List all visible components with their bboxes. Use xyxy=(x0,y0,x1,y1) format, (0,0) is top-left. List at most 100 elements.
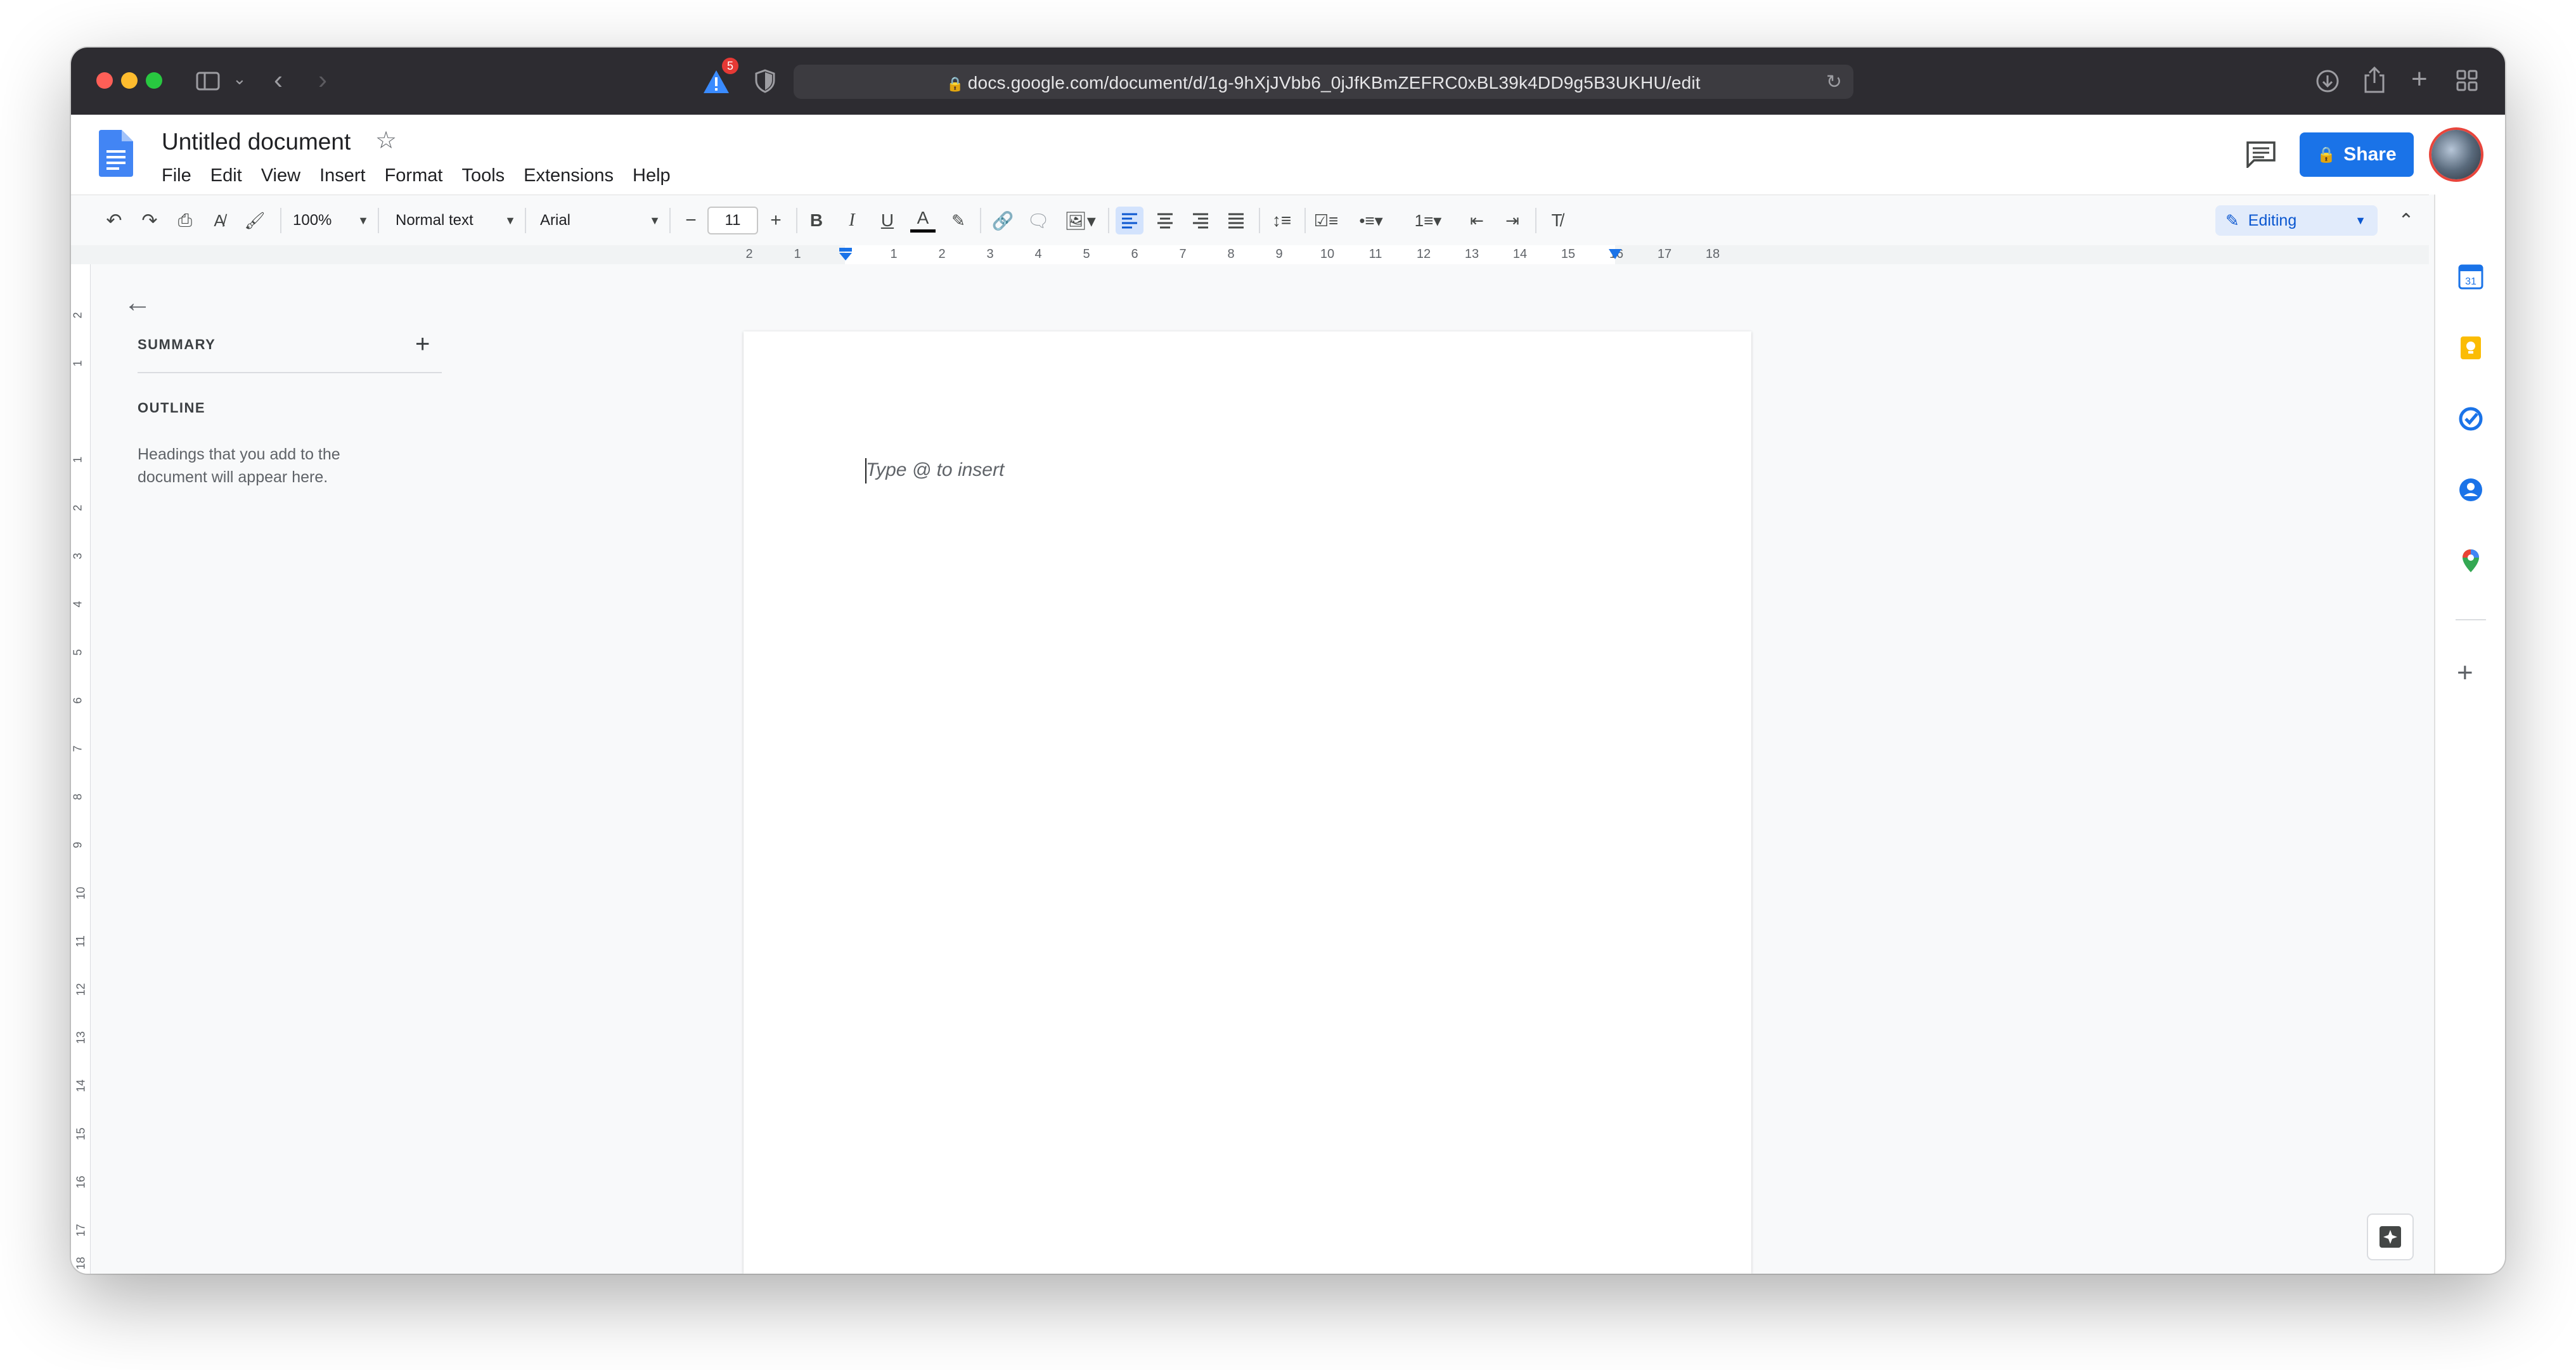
menu-format[interactable]: Format xyxy=(385,165,443,186)
decrease-indent-icon[interactable]: ⇤ xyxy=(1463,207,1491,234)
align-right-icon[interactable] xyxy=(1187,207,1214,234)
ruler-number: 1 xyxy=(71,360,84,367)
increase-indent-icon[interactable]: ⇥ xyxy=(1498,207,1526,234)
font-value: Arial xyxy=(540,212,571,229)
share-button[interactable]: 🔒 Share xyxy=(2300,132,2414,177)
numbered-list-icon[interactable]: 1≡▾ xyxy=(1406,207,1450,234)
increase-font-size-button[interactable]: + xyxy=(763,207,789,234)
add-comment-icon[interactable]: 🗨 xyxy=(1026,207,1051,234)
ruler-number: 2 xyxy=(71,312,84,319)
side-panel-divider xyxy=(2456,619,2486,620)
minimize-window-button[interactable] xyxy=(121,72,138,89)
new-tab-icon[interactable]: + xyxy=(2411,65,2428,93)
tasks-icon[interactable] xyxy=(2458,406,2483,432)
chevron-right-icon[interactable]: › xyxy=(2459,1264,2468,1274)
ruler-number: 9 xyxy=(71,842,84,848)
right-indent-marker-icon[interactable] xyxy=(1607,246,1623,262)
zoom-value: 100% xyxy=(293,212,332,229)
contacts-icon[interactable] xyxy=(2458,477,2483,503)
add-summary-icon[interactable]: + xyxy=(415,330,430,359)
calendar-icon[interactable]: 31 xyxy=(2458,264,2483,290)
ruler-number: 5 xyxy=(1083,247,1090,261)
clear-formatting-icon[interactable]: T̸ xyxy=(1543,207,1571,234)
comment-history-icon[interactable] xyxy=(2245,140,2277,168)
toolbar-divider xyxy=(1304,208,1306,233)
font-size-input[interactable]: 11 xyxy=(707,207,758,234)
menu-edit[interactable]: Edit xyxy=(210,165,242,186)
justify-icon[interactable] xyxy=(1222,207,1250,234)
address-bar[interactable]: 🔒 docs.google.com/document/d/1g-9hXjJVbb6… xyxy=(794,65,1853,99)
print-icon[interactable]: ⎙ xyxy=(172,207,198,234)
horizontal-ruler[interactable]: 2 1 1 2 3 4 5 6 7 8 9 10 11 12 13 14 15 … xyxy=(71,245,2429,265)
editing-mode-label: Editing xyxy=(2248,211,2297,229)
chevron-down-icon[interactable]: ⌄ xyxy=(233,70,247,87)
bold-icon[interactable]: B xyxy=(804,207,829,234)
insert-link-icon[interactable]: 🔗 xyxy=(989,207,1017,234)
privacy-shield-icon[interactable] xyxy=(754,69,776,93)
star-icon[interactable]: ☆ xyxy=(375,126,397,155)
share-button-label: Share xyxy=(2343,144,2397,165)
share-sheet-icon[interactable] xyxy=(2362,65,2387,94)
italic-icon[interactable]: I xyxy=(839,207,865,234)
get-addons-icon[interactable]: + xyxy=(2457,657,2473,689)
style-value: Normal text xyxy=(396,212,473,229)
url-value: docs.google.com/document/d/1g-9hXjJVbb6_… xyxy=(967,73,1701,93)
line-spacing-icon[interactable]: ↕≡ xyxy=(1268,207,1296,234)
sidebar-icon[interactable] xyxy=(195,68,221,94)
hide-menus-icon[interactable]: ⌃ xyxy=(2393,207,2419,234)
menu-insert[interactable]: Insert xyxy=(319,165,366,186)
decrease-font-size-button[interactable]: − xyxy=(678,207,704,234)
checklist-icon[interactable]: ☑≡ xyxy=(1312,207,1340,234)
menu-file[interactable]: File xyxy=(162,165,191,186)
style-select[interactable]: Normal text ▼ xyxy=(396,207,516,234)
highlight-color-icon[interactable]: ✎ xyxy=(946,207,971,234)
insert-image-icon[interactable]: 🖼▾ xyxy=(1061,207,1099,234)
spellcheck-icon[interactable]: A̸ xyxy=(207,207,232,234)
ruler-number: 1 xyxy=(794,247,801,261)
ruler-number: 16 xyxy=(74,1175,87,1189)
document-title[interactable]: Untitled document xyxy=(162,129,351,155)
bulleted-list-icon[interactable]: •≡▾ xyxy=(1349,207,1393,234)
explore-icon[interactable] xyxy=(2367,1213,2414,1260)
menu-extensions[interactable]: Extensions xyxy=(524,165,614,186)
ruler-number: 17 xyxy=(1657,247,1672,261)
ruler-number: 13 xyxy=(1464,247,1479,261)
undo-icon[interactable]: ↶ xyxy=(101,207,127,234)
menu-bar: File Edit View Insert Format Tools Exten… xyxy=(162,165,690,186)
toolbar-divider xyxy=(378,208,379,233)
url-text: 🔒 docs.google.com/document/d/1g-9hXjJVbb6… xyxy=(794,73,1853,93)
maps-icon[interactable] xyxy=(2458,548,2483,573)
menu-view[interactable]: View xyxy=(261,165,300,186)
editing-mode-select[interactable]: ✎ Editing ▼ xyxy=(2215,205,2378,236)
text-color-icon[interactable]: A xyxy=(910,207,936,233)
paint-format-icon[interactable]: 🖌 xyxy=(242,207,267,234)
keep-icon[interactable] xyxy=(2458,335,2483,361)
font-select[interactable]: Arial ▼ xyxy=(540,207,660,234)
avatar[interactable] xyxy=(2431,130,2481,179)
redo-icon[interactable]: ↷ xyxy=(137,207,162,234)
dropdown-arrow-icon: ▼ xyxy=(357,214,369,227)
zoom-window-button[interactable] xyxy=(146,72,162,89)
tab-overview-icon[interactable] xyxy=(2456,69,2478,92)
back-arrow-icon[interactable]: ← xyxy=(124,287,151,319)
ruler-number: 6 xyxy=(71,697,84,704)
document-placeholder: Type @ to insert xyxy=(866,459,1005,480)
toolbar-divider xyxy=(669,208,671,233)
dropdown-arrow-icon: ▼ xyxy=(505,214,516,227)
reload-icon[interactable]: ↻ xyxy=(1826,71,1842,93)
docs-logo-icon[interactable] xyxy=(99,130,133,177)
vertical-ruler[interactable]: 2 1 1 2 3 4 5 6 7 8 9 10 11 12 13 14 15 … xyxy=(71,264,91,1274)
menu-tools[interactable]: Tools xyxy=(461,165,505,186)
close-window-button[interactable] xyxy=(96,72,113,89)
underline-icon[interactable]: U xyxy=(875,207,900,234)
forward-icon[interactable]: › xyxy=(318,67,327,93)
menu-help[interactable]: Help xyxy=(633,165,671,186)
downloads-icon[interactable] xyxy=(2315,68,2340,94)
align-left-icon[interactable] xyxy=(1116,207,1143,234)
left-indent-marker-icon[interactable] xyxy=(838,246,853,262)
align-center-icon[interactable] xyxy=(1151,207,1179,234)
zoom-select[interactable]: 100% ▼ xyxy=(293,207,369,234)
ruler-number: 15 xyxy=(1561,247,1576,261)
back-icon[interactable]: ‹ xyxy=(274,67,283,93)
document-page[interactable]: Type @ to insert xyxy=(744,331,1751,1274)
